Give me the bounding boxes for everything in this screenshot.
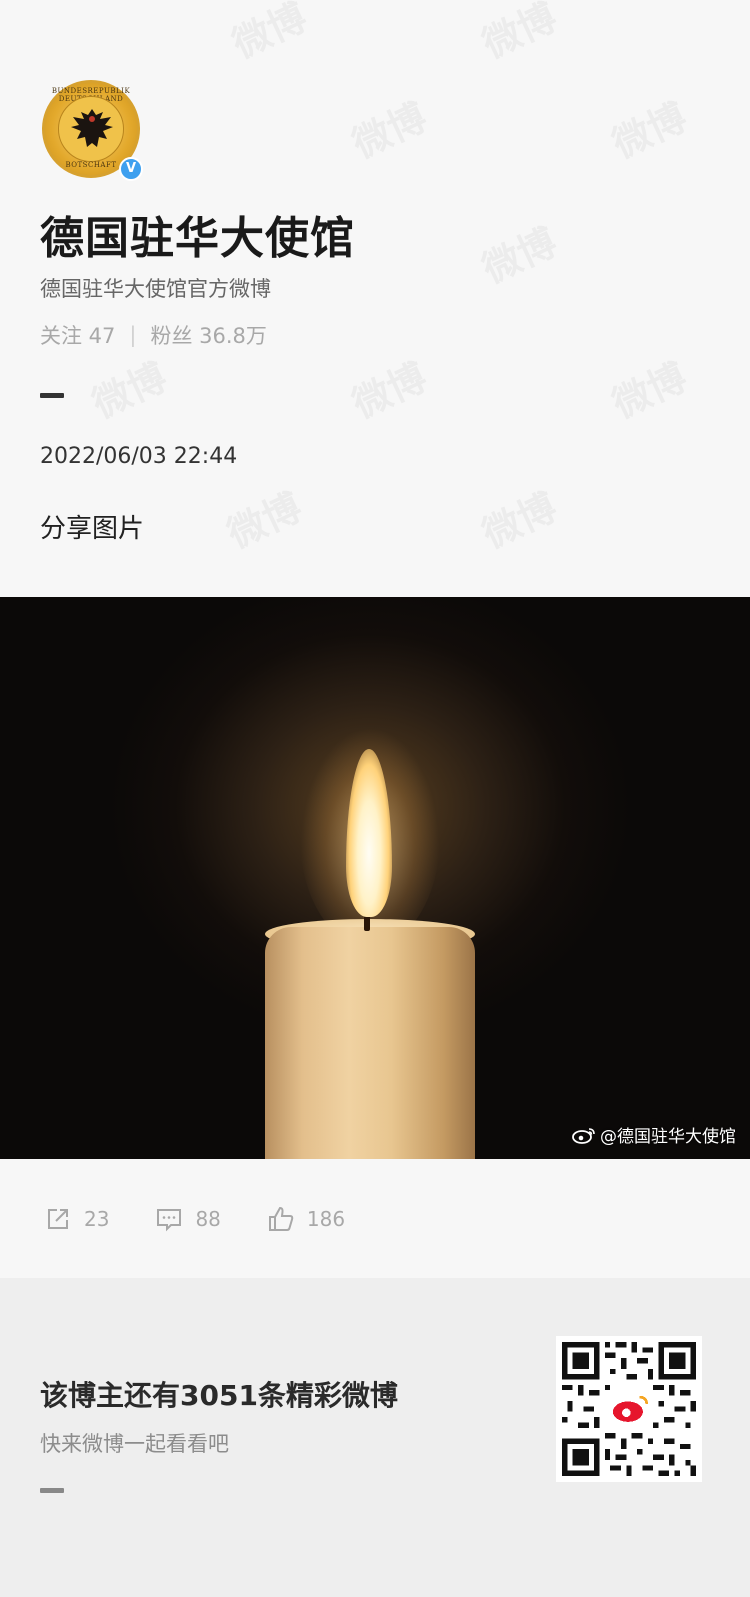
repost-button[interactable]: 23 bbox=[44, 1205, 109, 1233]
weibo-post-header: BUNDESREPUBLIK DEUTSCHLAND BOTSCHAFT V 德… bbox=[0, 0, 750, 597]
account-description: 德国驻华大使馆官方微博 bbox=[40, 277, 271, 301]
qr-code-image bbox=[562, 1342, 696, 1476]
like-count: 186 bbox=[306, 1207, 346, 1231]
followers-count[interactable]: 粉丝 36.8万 bbox=[150, 320, 266, 350]
divider-dash bbox=[40, 393, 64, 398]
post-datetime: 2022/06/03 22:44 bbox=[40, 444, 238, 469]
account-name[interactable]: 德国驻华大使馆 bbox=[40, 202, 355, 266]
image-watermark-text: @德国驻华大使馆 bbox=[600, 1127, 736, 1147]
comment-button[interactable]: 88 bbox=[155, 1205, 221, 1233]
promo-footer: 该博主还有3051条精彩微博 快来微博一起看看吧 bbox=[0, 1278, 750, 1597]
comment-icon bbox=[157, 1209, 182, 1232]
repost-count: 23 bbox=[84, 1207, 110, 1231]
like-button[interactable]: 186 bbox=[267, 1205, 345, 1233]
qr-code[interactable] bbox=[556, 1336, 702, 1482]
footer-subtitle: 快来微博一起看看吧 bbox=[40, 1432, 229, 1456]
comment-count: 88 bbox=[195, 1207, 221, 1231]
like-icon bbox=[268, 1206, 294, 1231]
footer-title[interactable]: 该博主还有3051条精彩微博 bbox=[40, 1374, 398, 1414]
post-actions: 23 88 186 bbox=[0, 1160, 750, 1278]
post-image[interactable]: @德国驻华大使馆 bbox=[0, 597, 750, 1159]
eagle-icon bbox=[71, 109, 113, 147]
candle bbox=[265, 927, 475, 1159]
eagle-emblem bbox=[58, 96, 124, 162]
account-stats: 关注 47 | 粉丝 36.8万 bbox=[40, 320, 267, 350]
image-watermark: @德国驻华大使馆 bbox=[572, 1122, 736, 1147]
stats-separator: | bbox=[129, 323, 137, 347]
footer-divider-dash bbox=[40, 1488, 64, 1493]
post-text: 分享图片 bbox=[40, 514, 145, 544]
repost-icon bbox=[48, 1209, 68, 1229]
following-count[interactable]: 关注 47 bbox=[40, 320, 115, 350]
verified-icon: V bbox=[119, 157, 143, 181]
weibo-logo-icon bbox=[572, 1126, 596, 1144]
